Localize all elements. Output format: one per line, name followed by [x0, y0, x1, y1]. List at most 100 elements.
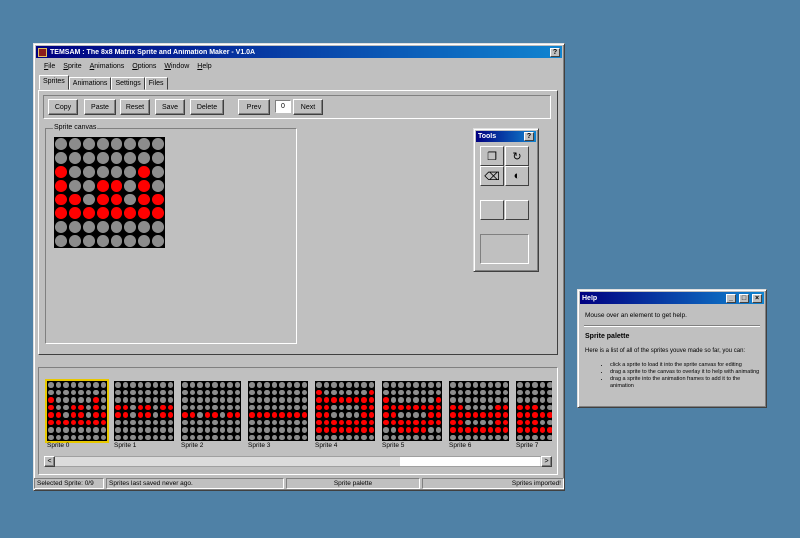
canvas-led[interactable] — [96, 193, 109, 206]
canvas-led[interactable] — [124, 207, 137, 220]
tab-animations[interactable]: Animations — [68, 77, 112, 90]
help-titlebar[interactable]: Help _ □ × — [580, 292, 764, 304]
save-button[interactable]: Save — [155, 99, 185, 115]
frame-index-input[interactable]: 0 — [275, 100, 291, 113]
canvas-led[interactable] — [82, 221, 95, 234]
sprite-thumbnail[interactable] — [45, 379, 109, 443]
canvas-led[interactable] — [55, 165, 67, 178]
canvas-led[interactable] — [55, 193, 67, 206]
palette-scroll-thumb[interactable] — [400, 457, 540, 466]
canvas-led[interactable] — [68, 138, 81, 150]
canvas-led[interactable] — [110, 193, 123, 206]
tools-help-button[interactable]: ? — [524, 132, 534, 141]
canvas-led[interactable] — [152, 207, 164, 220]
menu-animations[interactable]: Animations — [86, 63, 129, 70]
menu-options[interactable]: Options — [128, 63, 160, 70]
canvas-led[interactable] — [110, 165, 123, 178]
sprite-thumbnail[interactable] — [315, 381, 375, 441]
canvas-led[interactable] — [68, 235, 81, 247]
canvas-led[interactable] — [110, 179, 123, 192]
sprite-thumbnail[interactable] — [382, 381, 442, 441]
canvas-led[interactable] — [110, 221, 123, 234]
canvas-led[interactable] — [152, 151, 164, 164]
canvas-led[interactable] — [82, 235, 95, 247]
minimize-icon[interactable]: _ — [726, 293, 736, 303]
sprite-thumbnail[interactable] — [114, 381, 174, 441]
rotate-icon[interactable]: ↻ — [505, 146, 529, 166]
canvas-led[interactable] — [110, 207, 123, 220]
canvas-led[interactable] — [55, 179, 67, 192]
canvas-led[interactable] — [96, 138, 109, 150]
canvas-led[interactable] — [124, 221, 137, 234]
reset-button[interactable]: Reset — [120, 99, 150, 115]
canvas-led[interactable] — [68, 151, 81, 164]
canvas-led[interactable] — [124, 165, 137, 178]
canvas-led[interactable] — [152, 165, 164, 178]
scroll-right-button[interactable]: > — [541, 456, 552, 467]
delete-button[interactable]: Delete — [190, 99, 224, 115]
sprite-thumbnail[interactable] — [449, 381, 509, 441]
canvas-led[interactable] — [138, 151, 151, 164]
eraser-icon[interactable]: ⌫ — [480, 166, 504, 186]
canvas-led[interactable] — [68, 221, 81, 234]
canvas-led[interactable] — [55, 221, 67, 234]
canvas-led[interactable] — [138, 221, 151, 234]
canvas-led[interactable] — [68, 193, 81, 206]
copy-layers-icon[interactable]: ❐ — [480, 146, 504, 166]
canvas-led[interactable] — [138, 138, 151, 150]
canvas-led[interactable] — [96, 165, 109, 178]
canvas-led[interactable] — [82, 151, 95, 164]
canvas-led[interactable] — [124, 235, 137, 247]
canvas-led[interactable] — [96, 151, 109, 164]
canvas-led[interactable] — [82, 165, 95, 178]
canvas-led[interactable] — [124, 151, 137, 164]
canvas-led[interactable] — [124, 179, 137, 192]
canvas-led[interactable] — [82, 207, 95, 220]
canvas-led[interactable] — [138, 235, 151, 247]
sprite-thumbnail[interactable] — [181, 381, 241, 441]
sprite-canvas[interactable] — [54, 137, 165, 248]
canvas-led[interactable] — [55, 235, 67, 247]
canvas-led[interactable] — [82, 138, 95, 150]
canvas-led[interactable] — [68, 179, 81, 192]
menu-window[interactable]: Window — [160, 63, 193, 70]
tab-files[interactable]: Files — [144, 77, 168, 90]
tool-slot-empty[interactable] — [505, 200, 529, 220]
prev-button[interactable]: Prev — [238, 99, 270, 115]
canvas-led[interactable] — [82, 179, 95, 192]
canvas-led[interactable] — [96, 221, 109, 234]
canvas-led[interactable] — [152, 138, 164, 150]
canvas-led[interactable] — [138, 165, 151, 178]
menu-sprite[interactable]: Sprite — [59, 63, 85, 70]
canvas-led[interactable] — [152, 221, 164, 234]
canvas-led[interactable] — [55, 151, 67, 164]
menu-file[interactable]: File — [40, 63, 59, 70]
canvas-led[interactable] — [96, 235, 109, 247]
canvas-led[interactable] — [68, 207, 81, 220]
canvas-led[interactable] — [55, 138, 67, 150]
canvas-led[interactable] — [152, 179, 164, 192]
help-titlebar-button[interactable]: ? — [550, 47, 560, 57]
tool-slot-empty[interactable] — [480, 200, 504, 220]
scroll-left-button[interactable]: < — [44, 456, 55, 467]
sprite-thumbnail[interactable] — [248, 381, 308, 441]
canvas-led[interactable] — [68, 165, 81, 178]
menu-help[interactable]: Help — [193, 63, 215, 70]
canvas-led[interactable] — [152, 235, 164, 247]
canvas-led[interactable] — [138, 207, 151, 220]
canvas-led[interactable] — [96, 207, 109, 220]
maximize-icon[interactable]: □ — [739, 293, 749, 303]
canvas-led[interactable] — [138, 193, 151, 206]
canvas-led[interactable] — [55, 207, 67, 220]
canvas-led[interactable] — [152, 193, 164, 206]
main-titlebar[interactable]: TEMSAM : The 8x8 Matrix Sprite and Anima… — [36, 46, 562, 58]
close-icon[interactable]: × — [752, 293, 762, 303]
canvas-led[interactable] — [124, 193, 137, 206]
canvas-led[interactable] — [124, 138, 137, 150]
tab-sprites[interactable]: Sprites — [39, 75, 69, 90]
canvas-led[interactable] — [138, 179, 151, 192]
canvas-led[interactable] — [110, 151, 123, 164]
tools-titlebar[interactable]: Tools ? — [476, 131, 536, 142]
invert-icon[interactable]: ◐ — [505, 166, 529, 186]
sprite-thumbnail[interactable] — [516, 381, 552, 441]
